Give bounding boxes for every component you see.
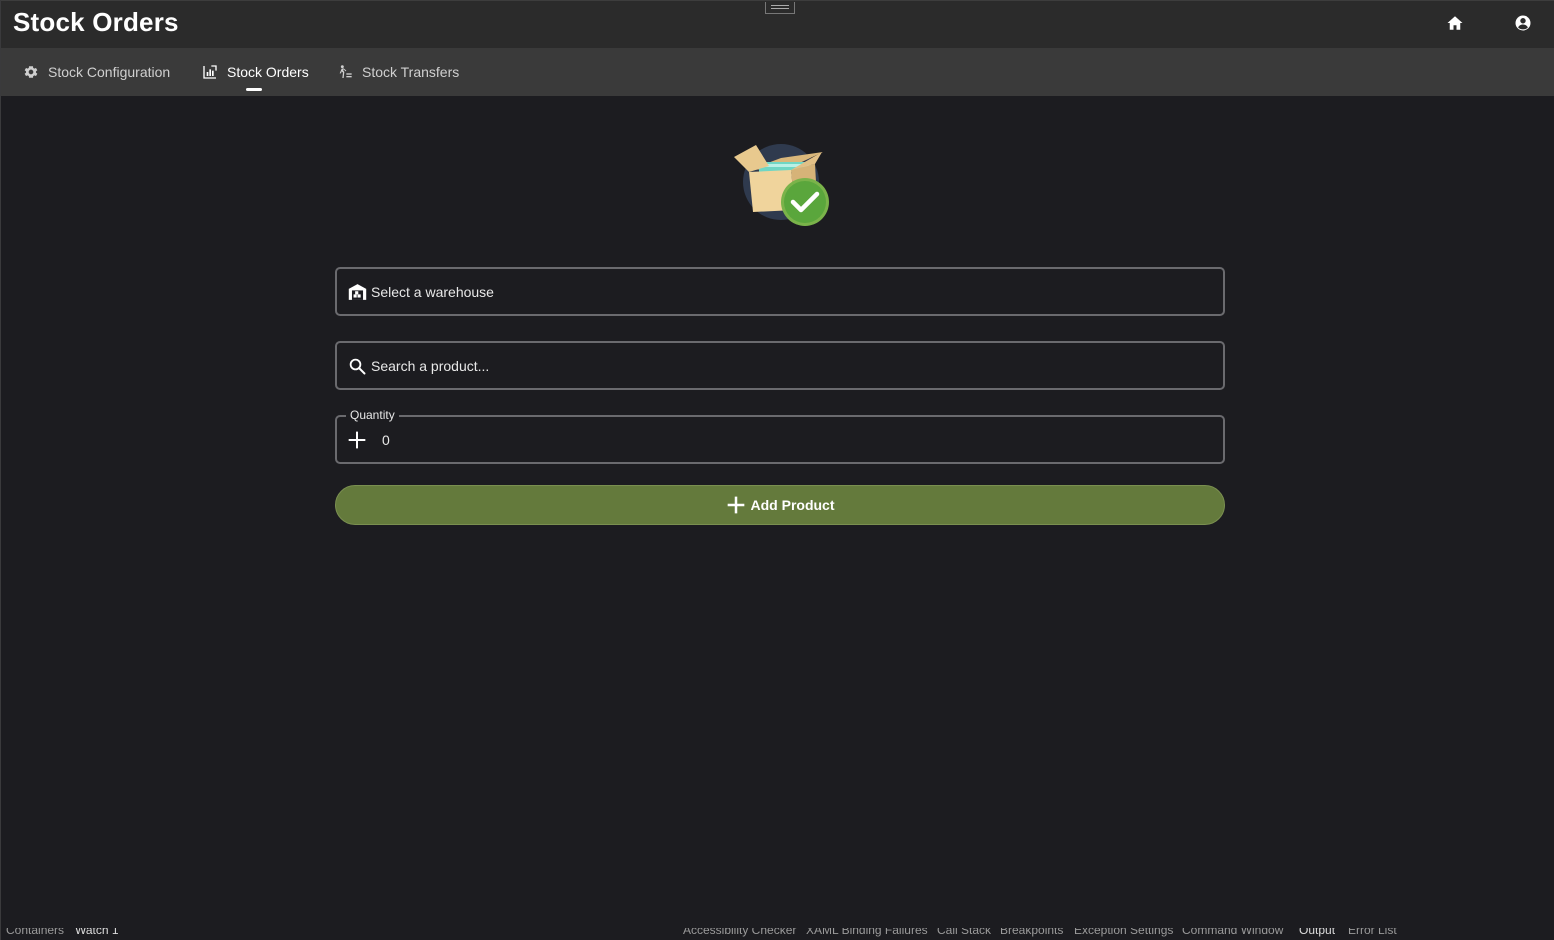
product-search-input[interactable]: Search a product...	[335, 341, 1225, 390]
home-icon	[1447, 16, 1463, 30]
search-icon	[347, 356, 367, 376]
warehouse-icon	[347, 282, 367, 302]
ide-tab-output[interactable]: Output	[1299, 928, 1335, 937]
chart-icon	[202, 64, 218, 80]
page-title: Stock Orders	[13, 7, 179, 37]
app-window: Stock Orders Stock Configuration Stock O…	[0, 0, 1554, 940]
product-search-placeholder: Search a product...	[371, 357, 490, 374]
ide-tab-exception-settings[interactable]: Exception Settings	[1074, 928, 1173, 937]
drag-handle[interactable]	[765, 2, 795, 14]
add-product-label: Add Product	[750, 497, 835, 513]
home-button[interactable]	[1443, 11, 1467, 35]
transfer-icon	[337, 64, 353, 80]
ide-tab-containers[interactable]: Containers	[6, 928, 64, 937]
title-bar: Stock Orders	[1, 0, 1554, 48]
active-tab-indicator	[246, 88, 262, 91]
quantity-value: 0	[382, 431, 390, 448]
plus-icon[interactable]	[347, 430, 367, 450]
ide-tab-error-list[interactable]: Error List	[1348, 928, 1397, 937]
tab-label: Stock Configuration	[48, 64, 171, 80]
ide-tab-watch[interactable]: Watch 1	[75, 928, 119, 937]
add-product-button[interactable]: Add Product	[335, 485, 1225, 525]
ide-tab-xaml-binding-failures[interactable]: XAML Binding Failures	[806, 928, 928, 937]
ide-tab-breakpoints[interactable]: Breakpoints	[1000, 928, 1063, 937]
quantity-label: Quantity	[346, 407, 399, 423]
gear-icon	[23, 64, 39, 80]
ide-tool-tabs: Containers Watch 1 Accessibility Checker…	[1, 928, 1554, 940]
account-button[interactable]	[1511, 11, 1535, 35]
quantity-field[interactable]: 0	[335, 415, 1225, 464]
tab-stock-transfers[interactable]: Stock Transfers	[337, 48, 459, 96]
tab-label: Stock Transfers	[362, 64, 460, 80]
tab-stock-configuration[interactable]: Stock Configuration	[23, 48, 170, 96]
ide-tab-call-stack[interactable]: Call Stack	[937, 928, 991, 937]
account-icon	[1515, 15, 1531, 31]
warehouse-select-placeholder: Select a warehouse	[371, 283, 494, 300]
tab-bar: Stock Configuration Stock Orders Stock T…	[1, 48, 1554, 96]
plus-icon	[727, 496, 744, 514]
box-check-icon	[729, 140, 833, 232]
tab-label: Stock Orders	[227, 64, 309, 80]
ide-tab-accessibility-checker[interactable]: Accessibility Checker	[683, 928, 796, 937]
warehouse-select[interactable]: Select a warehouse	[335, 267, 1225, 316]
ide-tab-command-window[interactable]: Command Window	[1182, 928, 1283, 937]
